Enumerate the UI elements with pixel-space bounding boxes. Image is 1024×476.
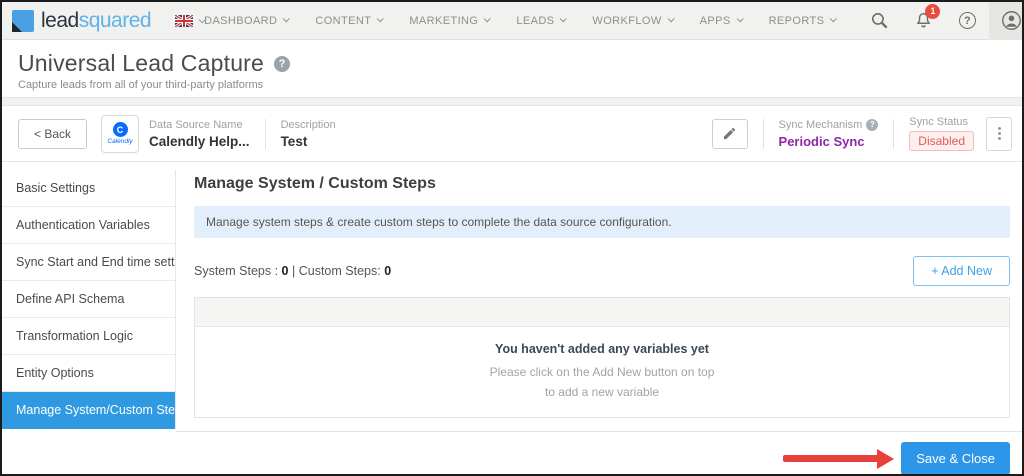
- sidebar-item[interactable]: Basic Settings: [2, 170, 175, 207]
- nav-menu-item[interactable]: DASHBOARD: [204, 15, 291, 27]
- chevron-down-icon: [484, 15, 492, 23]
- footer-actions: Save & Close: [194, 432, 1010, 474]
- nav-menu-item[interactable]: CONTENT: [315, 15, 385, 27]
- calendly-logo-icon: C: [112, 122, 128, 137]
- notification-count-badge: 1: [925, 3, 941, 19]
- top-navigation-bar: leadsquared DASHBOARD CONTENT MARKETING LEA…: [2, 2, 1022, 40]
- system-steps-count: 0: [281, 264, 289, 278]
- sync-mechanism-field: Sync Mechanism? Periodic Sync: [778, 118, 879, 149]
- chevron-down-icon: [377, 15, 385, 23]
- kebab-menu-icon[interactable]: [986, 116, 1012, 151]
- sync-mechanism-help-icon[interactable]: ?: [866, 118, 879, 131]
- empty-state-title: You haven't added any variables yet: [495, 341, 709, 356]
- pencil-icon: [723, 127, 736, 140]
- description-field: Description Test: [280, 118, 336, 149]
- steps-table: You haven't added any variables yet Plea…: [194, 297, 1010, 418]
- edit-button[interactable]: [711, 118, 748, 149]
- profile-menu[interactable]: [989, 2, 1022, 40]
- search-icon[interactable]: [857, 2, 901, 40]
- custom-steps-count: 0: [384, 264, 392, 278]
- profile-icon: [1002, 11, 1022, 30]
- help-icon[interactable]: ?: [945, 2, 989, 40]
- main-menu: DASHBOARD CONTENT MARKETING LEADS WORKFLOW AP…: [204, 15, 838, 27]
- sidebar-item[interactable]: Transformation Logic: [2, 318, 175, 355]
- sync-mechanism-value: Periodic Sync: [778, 133, 865, 149]
- nav-menu-item[interactable]: REPORTS: [769, 15, 838, 27]
- table-empty-state: You haven't added any variables yet Plea…: [195, 327, 1009, 417]
- main-panel: Manage System / Custom Steps Manage syst…: [176, 162, 1022, 474]
- description-value: Test: [280, 133, 308, 149]
- field-divider: [893, 118, 895, 149]
- steps-summary: System Steps : 0 | Custom Steps: 0: [194, 264, 392, 278]
- sidebar-item[interactable]: Entity Options: [2, 355, 175, 392]
- page-header: Universal Lead Capture ? Capture leads f…: [2, 40, 1022, 97]
- page-subtitle: Capture leads from all of your third-par…: [18, 79, 264, 91]
- leadsquared-logo[interactable]: leadsquared: [12, 8, 152, 33]
- sidebar-item[interactable]: Sync Start and End time setti...: [2, 244, 175, 281]
- table-header-row: [195, 298, 1009, 327]
- chevron-down-icon: [830, 15, 838, 23]
- app-window: leadsquared DASHBOARD CONTENT MARKETING LEA…: [0, 0, 1024, 476]
- section-heading: Manage System / Custom Steps: [194, 175, 436, 192]
- section-divider: [2, 97, 1022, 106]
- sidebar-item[interactable]: Authentication Variables: [2, 207, 175, 244]
- notifications-bell-icon[interactable]: 1: [901, 2, 945, 40]
- back-button[interactable]: < Back: [18, 118, 88, 149]
- data-source-bar: < Back C Calendly Data Source Name Calen…: [2, 106, 1022, 162]
- field-divider: [762, 118, 764, 149]
- data-source-name-field: Data Source Name Calendly Help...: [149, 118, 250, 149]
- content-area: Basic Settings Authentication Variables Sy…: [2, 162, 1022, 474]
- nav-menu-item[interactable]: MARKETING: [409, 15, 492, 27]
- page-title: Universal Lead Capture: [18, 50, 265, 76]
- chevron-down-icon: [560, 15, 568, 23]
- sidebar-item[interactable]: Define API Schema: [2, 281, 175, 318]
- nav-menu-item[interactable]: APPS: [700, 15, 744, 27]
- sync-status-field: Sync Status Disabled: [909, 116, 974, 151]
- nav-menu-item[interactable]: LEADS: [516, 15, 568, 27]
- sync-status-badge: Disabled: [909, 131, 974, 151]
- chevron-down-icon: [736, 15, 744, 23]
- page-help-icon[interactable]: ?: [274, 55, 291, 72]
- info-banner: Manage system steps & create custom step…: [194, 206, 1010, 238]
- add-new-button[interactable]: + Add New: [913, 256, 1010, 286]
- empty-state-hint: Please click on the Add New button on to…: [489, 364, 715, 399]
- data-source-name-value: Calendly Help...: [149, 133, 250, 149]
- calendly-logo: C Calendly: [101, 114, 140, 153]
- chevron-down-icon: [283, 15, 291, 23]
- nav-menu-item[interactable]: WORKFLOW: [592, 15, 675, 27]
- chevron-down-icon: [667, 15, 675, 23]
- save-close-button[interactable]: Save & Close: [901, 442, 1010, 474]
- language-selector[interactable]: [175, 14, 206, 27]
- field-divider: [264, 118, 266, 149]
- nav-icon-group: 1 ?: [857, 2, 1022, 40]
- sidebar-item[interactable]: Manage System/Custom Ste...: [2, 392, 175, 429]
- leadsquared-logo-icon: [12, 9, 34, 32]
- leadsquared-logo-text: leadsquared: [41, 8, 152, 32]
- uk-flag-icon: [175, 14, 194, 27]
- annotation-arrow-icon: [783, 448, 895, 469]
- settings-sidebar: Basic Settings Authentication Variables Sy…: [2, 170, 176, 429]
